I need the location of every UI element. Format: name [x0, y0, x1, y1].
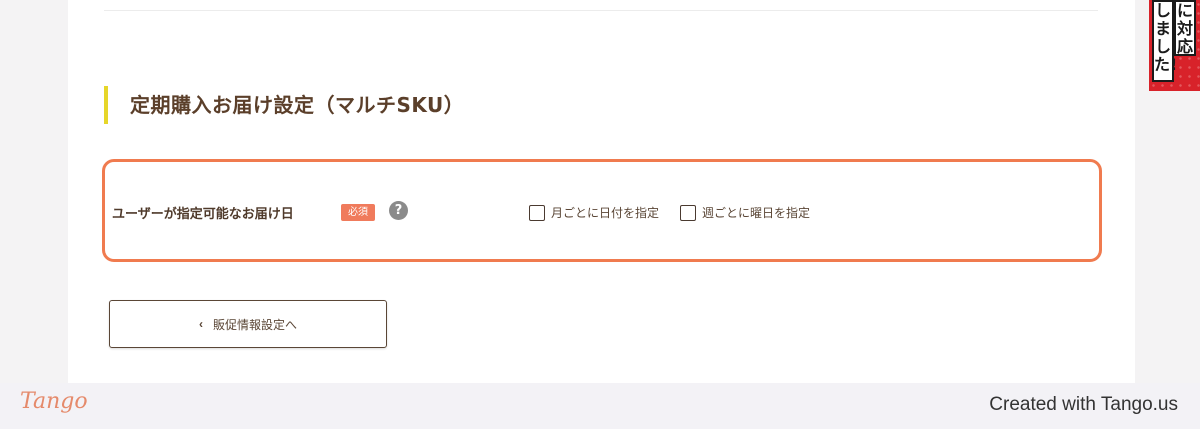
ad-banner-text-1: に対応: [1174, 0, 1196, 56]
back-to-promotion-settings-button[interactable]: ‹ 販促情報設定へ: [109, 300, 387, 348]
created-with-text: Created with Tango.us: [989, 394, 1178, 415]
delivery-date-field-highlight: ユーザーが指定可能なお届け日 必須 ? 月ごとに日付を指定 週ごとに曜日を指定: [102, 159, 1102, 262]
section-title: 定期購入お届け設定（マルチSKU）: [104, 86, 464, 124]
option-weekly-day-label: 週ごとに曜日を指定: [702, 206, 811, 220]
checkbox-weekly-day[interactable]: [680, 204, 696, 221]
option-weekly-day[interactable]: 週ごとに曜日を指定: [680, 204, 810, 221]
ad-banner-text-2: しました!: [1152, 0, 1177, 82]
option-monthly-date-label: 月ごとに日付を指定: [551, 206, 660, 220]
delivery-date-field-label: ユーザーが指定可能なお届け日: [112, 207, 294, 222]
option-monthly-date[interactable]: 月ごとに日付を指定: [529, 204, 659, 221]
back-button-label: 販促情報設定へ: [212, 317, 297, 332]
settings-card: 定期購入お届け設定（マルチSKU） ユーザーが指定可能なお届け日 必須 ? 月ご…: [68, 0, 1135, 383]
section-divider: [104, 10, 1098, 11]
tango-logo: Tango: [20, 389, 88, 414]
required-badge: 必須: [341, 204, 375, 221]
page-margin-left: [0, 0, 68, 383]
help-icon[interactable]: ?: [389, 201, 408, 220]
footer: Tango Created with Tango.us: [0, 383, 1200, 429]
checkbox-monthly-date[interactable]: [529, 204, 545, 221]
chevron-left-icon: ‹: [198, 317, 203, 331]
ad-banner[interactable]: に対応 しました!: [1149, 0, 1200, 91]
